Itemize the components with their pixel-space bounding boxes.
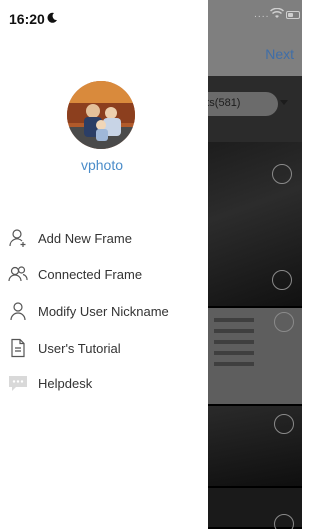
chevron-down-icon: [280, 100, 288, 105]
avatar-photo: [67, 81, 135, 149]
avatar[interactable]: [67, 81, 135, 149]
select-circle-icon[interactable]: [272, 164, 292, 184]
status-time: 16:20: [9, 11, 45, 27]
menu-item-modify-user-nickname[interactable]: Modify User Nickname: [0, 294, 208, 328]
select-circle-icon[interactable]: [274, 514, 294, 529]
battery-icon: [286, 11, 300, 19]
next-button[interactable]: Next: [265, 46, 294, 62]
person-add-icon: [9, 229, 26, 247]
background-nav-bar: Next: [208, 36, 302, 76]
people-icon: [8, 266, 28, 282]
signal-dots: ....: [254, 10, 270, 20]
person-icon: [10, 302, 26, 321]
select-circle-icon[interactable]: [272, 270, 292, 290]
username[interactable]: vphoto: [0, 157, 204, 173]
menu-item-connected-frame[interactable]: Connected Frame: [0, 257, 208, 291]
chat-bubble-icon: [9, 376, 27, 391]
background-status-bar: ....: [208, 0, 302, 36]
photo-thumbnail[interactable]: [208, 406, 302, 488]
menu-item-label: Connected Frame: [38, 267, 143, 282]
menu-item-label: Helpdesk: [38, 376, 93, 391]
select-circle-icon[interactable]: [274, 414, 294, 434]
album-selector[interactable]: ents(581): [208, 92, 278, 116]
wifi-icon: [270, 8, 284, 18]
menu-item-add-new-frame[interactable]: Add New Frame: [0, 221, 208, 255]
menu-item-label: Add New Frame: [38, 231, 132, 246]
background-app: .... Next ents(581): [208, 0, 302, 529]
menu-item-users-tutorial[interactable]: User's Tutorial: [0, 331, 208, 365]
thumbnail-content: [214, 318, 254, 373]
document-icon: [11, 338, 25, 358]
moon-icon: [47, 12, 57, 23]
menu-item-helpdesk[interactable]: Helpdesk: [0, 366, 208, 400]
photo-thumbnail[interactable]: [208, 142, 302, 308]
photo-thumbnail[interactable]: [208, 488, 302, 529]
album-selector-label: ents(581): [208, 97, 241, 109]
photo-thumbnail[interactable]: [208, 308, 302, 406]
menu-item-label: User's Tutorial: [38, 341, 121, 356]
menu-item-label: Modify User Nickname: [38, 304, 169, 319]
select-circle-icon[interactable]: [274, 312, 294, 332]
side-drawer: 16:20 vphoto Add New Frame Connected Fra…: [0, 0, 208, 529]
